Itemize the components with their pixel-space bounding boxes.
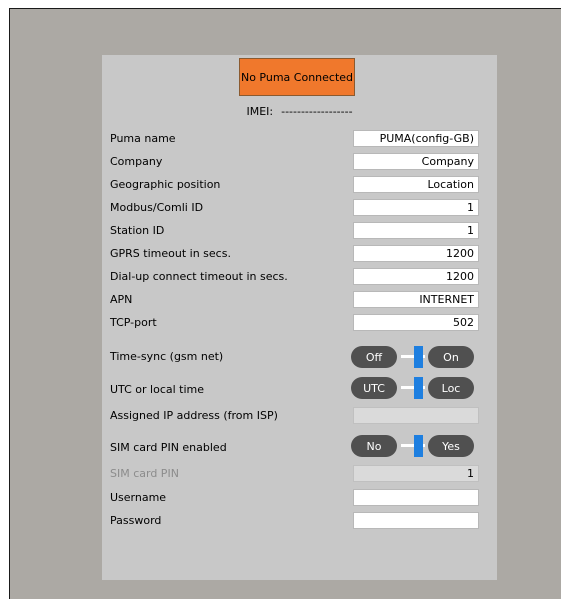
toggle-knob[interactable] xyxy=(414,346,423,368)
row-utc-local: UTC or local time UTC Loc xyxy=(102,377,497,401)
imei-label: IMEI: xyxy=(246,105,274,118)
modbus-comli-id-label: Modbus/Comli ID xyxy=(110,201,204,214)
row-apn: APN INTERNET xyxy=(102,291,497,311)
imei-line: IMEI: ------------------ xyxy=(102,105,497,118)
username-label: Username xyxy=(110,491,167,504)
row-dialup-timeout: Dial-up connect timeout in secs. 1200 xyxy=(102,268,497,288)
sim-pin-no-button[interactable]: No xyxy=(351,435,397,457)
puma-name-label: Puma name xyxy=(110,132,176,145)
toggle-knob[interactable] xyxy=(414,377,423,399)
local-button[interactable]: Loc xyxy=(428,377,474,399)
time-sync-off-button[interactable]: Off xyxy=(351,346,397,368)
station-id-label: Station ID xyxy=(110,224,165,237)
password-label: Password xyxy=(110,514,162,527)
row-password: Password xyxy=(102,512,497,532)
password-input[interactable] xyxy=(353,512,479,529)
username-input[interactable] xyxy=(353,489,479,506)
time-sync-toggle[interactable]: Off On xyxy=(351,346,481,368)
sim-pin-yes-button[interactable]: Yes xyxy=(428,435,474,457)
tcp-port-label: TCP-port xyxy=(110,316,157,329)
dialup-timeout-input[interactable]: 1200 xyxy=(353,268,479,285)
row-geographic-position: Geographic position Location xyxy=(102,176,497,196)
apn-label: APN xyxy=(110,293,133,306)
gprs-timeout-label: GPRS timeout in secs. xyxy=(110,247,231,260)
utc-button[interactable]: UTC xyxy=(351,377,397,399)
sim-pin-enabled-label: SIM card PIN enabled xyxy=(110,441,227,454)
puma-name-input[interactable]: PUMA(config-GB) xyxy=(353,130,479,147)
tcp-port-input[interactable]: 502 xyxy=(353,314,479,331)
company-label: Company xyxy=(110,155,163,168)
sim-pin-label: SIM card PIN xyxy=(110,467,179,480)
dialup-timeout-label: Dial-up connect timeout in secs. xyxy=(110,270,288,283)
modbus-comli-id-input[interactable]: 1 xyxy=(353,199,479,216)
station-id-input[interactable]: 1 xyxy=(353,222,479,239)
config-panel: No Puma Connected IMEI: -----------------… xyxy=(102,55,497,580)
toggle-knob[interactable] xyxy=(414,435,423,457)
gprs-timeout-input[interactable]: 1200 xyxy=(353,245,479,262)
assigned-ip-label: Assigned IP address (from ISP) xyxy=(110,409,278,422)
row-company: Company Company xyxy=(102,153,497,173)
row-sim-pin: SIM card PIN 1 xyxy=(102,465,497,485)
row-assigned-ip: Assigned IP address (from ISP) xyxy=(102,407,497,427)
time-sync-label: Time-sync (gsm net) xyxy=(110,350,224,363)
assigned-ip-field xyxy=(353,407,479,424)
apn-input[interactable]: INTERNET xyxy=(353,291,479,308)
sim-pin-enabled-toggle[interactable]: No Yes xyxy=(351,435,481,457)
utc-local-toggle[interactable]: UTC Loc xyxy=(351,377,481,399)
row-tcp-port: TCP-port 502 xyxy=(102,314,497,334)
row-gprs-timeout: GPRS timeout in secs. 1200 xyxy=(102,245,497,265)
company-input[interactable]: Company xyxy=(353,153,479,170)
geographic-position-input[interactable]: Location xyxy=(353,176,479,193)
row-time-sync: Time-sync (gsm net) Off On xyxy=(102,346,497,370)
time-sync-on-button[interactable]: On xyxy=(428,346,474,368)
imei-value: ------------------ xyxy=(281,105,353,118)
row-username: Username xyxy=(102,489,497,509)
row-sim-pin-enabled: SIM card PIN enabled No Yes xyxy=(102,435,497,459)
sim-pin-input: 1 xyxy=(353,465,479,482)
connection-status-badge: No Puma Connected xyxy=(239,58,355,96)
row-puma-name: Puma name PUMA(config-GB) xyxy=(102,130,497,150)
geographic-position-label: Geographic position xyxy=(110,178,221,191)
utc-local-label: UTC or local time xyxy=(110,383,205,396)
window-frame: No Puma Connected IMEI: -----------------… xyxy=(9,8,561,599)
row-modbus-comli-id: Modbus/Comli ID 1 xyxy=(102,199,497,219)
row-station-id: Station ID 1 xyxy=(102,222,497,242)
